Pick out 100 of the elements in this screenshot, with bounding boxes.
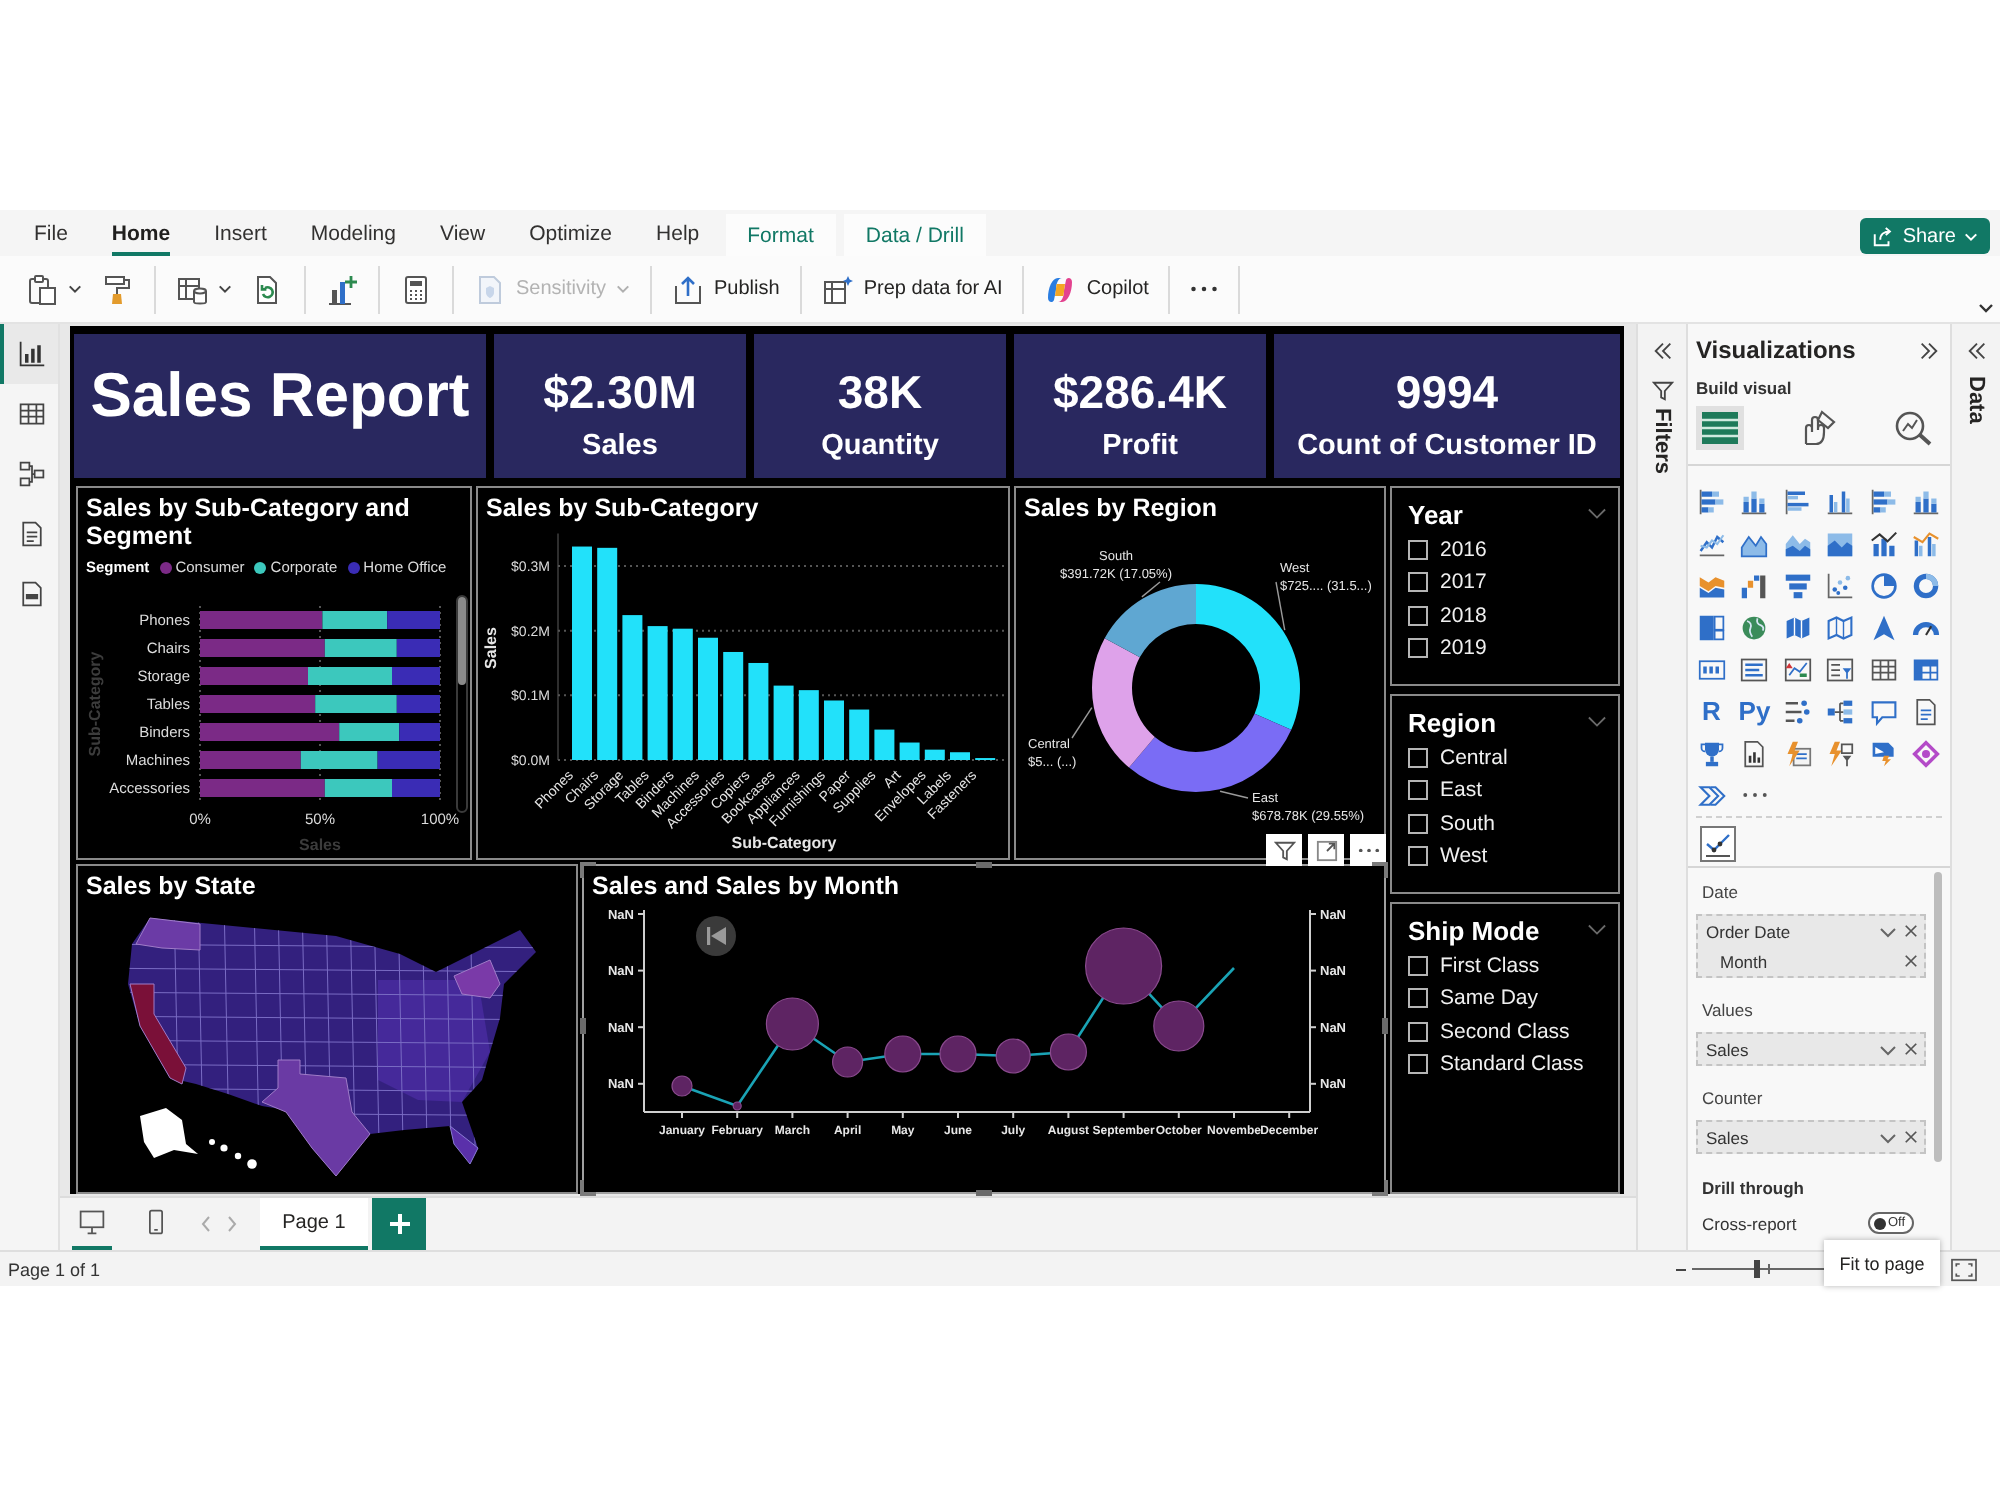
- checkbox[interactable]: [1408, 540, 1428, 561]
- checkbox[interactable]: [1408, 813, 1428, 834]
- close-icon[interactable]: [1904, 1042, 1918, 1056]
- checkbox[interactable]: [1408, 846, 1428, 867]
- slicer-option[interactable]: Central: [1408, 742, 1606, 775]
- fit-to-page-button[interactable]: [1950, 1257, 1978, 1281]
- ribbon-tab[interactable]: Modeling: [310, 210, 396, 256]
- slicer-option[interactable]: 2017: [1408, 566, 1606, 600]
- ribbon-chart-icon[interactable]: [1697, 571, 1726, 599]
- line-chart-icon[interactable]: [1697, 529, 1726, 557]
- slicer-option[interactable]: Same Day: [1408, 982, 1606, 1016]
- checkbox[interactable]: [1408, 605, 1428, 626]
- chevron-down-icon[interactable]: [1588, 924, 1606, 936]
- lightning-filter-icon[interactable]: [1826, 739, 1855, 767]
- clustered-column-chart-icon[interactable]: [1826, 487, 1855, 515]
- field-name[interactable]: Month: [1720, 951, 1896, 971]
- ring-icon[interactable]: [1912, 739, 1941, 767]
- python-visual-button[interactable]: Py: [1738, 697, 1771, 725]
- field-name[interactable]: Sales: [1706, 1039, 1872, 1059]
- chevron-down-icon[interactable]: [1880, 1129, 1896, 1145]
- slicer-option[interactable]: Second Class: [1408, 1015, 1606, 1048]
- ribbon-tab[interactable]: View: [440, 210, 486, 256]
- ribbon-tab[interactable]: Format: [725, 214, 836, 256]
- scroll-bar[interactable]: [456, 595, 468, 813]
- treemap-icon[interactable]: [1697, 613, 1726, 641]
- document-icon[interactable]: [1912, 697, 1941, 725]
- dot-list-icon[interactable]: [1783, 697, 1812, 725]
- field-well[interactable]: Order Date Month: [1696, 914, 1926, 978]
- slicer-option[interactable]: 2016: [1408, 534, 1606, 567]
- checkbox[interactable]: [1408, 1054, 1428, 1075]
- resize-handle[interactable]: [1382, 1018, 1388, 1034]
- tree-diagram-icon[interactable]: [1826, 697, 1855, 725]
- list-card-icon[interactable]: [1740, 655, 1769, 683]
- app-tile-icon[interactable]: [1869, 739, 1898, 767]
- funnel-chart-icon[interactable]: [1783, 571, 1812, 599]
- slicer-option[interactable]: 2018: [1408, 599, 1606, 632]
- double-chevron-icon[interactable]: [1697, 781, 1726, 809]
- stacked-column-chart-icon[interactable]: [1912, 487, 1941, 515]
- speech-bubble-icon[interactable]: [1869, 697, 1898, 725]
- checkbox[interactable]: [1408, 988, 1428, 1009]
- focus-mode-button[interactable]: [1308, 834, 1344, 866]
- line-column-chart-icon[interactable]: [1869, 529, 1898, 557]
- stacked-column-chart-icon[interactable]: [1740, 487, 1769, 515]
- resize-handle[interactable]: [580, 1018, 586, 1034]
- scrollbar-thumb[interactable]: [458, 597, 466, 685]
- ribbon-tab[interactable]: Help: [656, 210, 700, 256]
- publish-button[interactable]: Publish: [662, 263, 790, 315]
- clustered-bar-chart-icon[interactable]: [1783, 487, 1812, 515]
- share-button[interactable]: Share: [1860, 218, 1990, 254]
- build-visual-tab[interactable]: [1696, 406, 1744, 450]
- lightning-card-icon[interactable]: [1783, 739, 1812, 767]
- globe-icon[interactable]: [1740, 613, 1769, 641]
- slider-thumb[interactable]: [1753, 1260, 1760, 1278]
- card-icon[interactable]: [1697, 655, 1726, 683]
- checkbox[interactable]: [1408, 1021, 1428, 1042]
- prep-data-button[interactable]: Prep data for AI: [811, 263, 1013, 315]
- add-page-button[interactable]: [372, 1198, 426, 1250]
- checkbox[interactable]: [1408, 638, 1428, 659]
- close-icon[interactable]: [1904, 954, 1918, 968]
- area-chart-icon[interactable]: [1826, 529, 1855, 557]
- resize-handle[interactable]: [976, 1190, 992, 1196]
- report-view-button[interactable]: [0, 324, 58, 384]
- field-well[interactable]: Sales: [1696, 1120, 1926, 1154]
- r-visual-button[interactable]: R: [1702, 697, 1721, 725]
- line-chart-icon[interactable]: [1700, 825, 1736, 861]
- map-icon[interactable]: [1783, 613, 1812, 641]
- pie-chart-icon[interactable]: [1869, 571, 1898, 599]
- page-tab[interactable]: Page 1: [260, 1198, 368, 1250]
- pane-label[interactable]: Data: [1964, 376, 1988, 424]
- chevron-down-icon[interactable]: [1588, 716, 1606, 728]
- field-name[interactable]: Order Date: [1706, 921, 1872, 941]
- rewind-button[interactable]: [696, 916, 736, 956]
- ribbon-tab[interactable]: Insert: [214, 210, 267, 256]
- matrix-icon[interactable]: [1912, 655, 1941, 683]
- copilot-button[interactable]: Copilot: [1034, 263, 1159, 315]
- navigation-arrow-icon[interactable]: [1869, 613, 1898, 641]
- filter-button[interactable]: [1266, 834, 1302, 866]
- donut-chart-icon[interactable]: [1912, 571, 1941, 599]
- scrollbar-thumb[interactable]: [1934, 872, 1942, 1162]
- more-options-button[interactable]: [1350, 834, 1386, 866]
- stacked-bar-chart-icon[interactable]: [1697, 487, 1726, 515]
- chevron-down-icon[interactable]: [1880, 1041, 1896, 1057]
- field-well[interactable]: Sales: [1696, 1032, 1926, 1066]
- slicer-option[interactable]: East: [1408, 774, 1606, 808]
- resize-handle[interactable]: [580, 862, 596, 878]
- resize-handle[interactable]: [1372, 862, 1388, 878]
- chevron-down-icon[interactable]: [1588, 508, 1606, 520]
- slicer-option[interactable]: First Class: [1408, 950, 1606, 983]
- slicer-option[interactable]: 2019: [1408, 631, 1606, 665]
- checkbox[interactable]: [1408, 572, 1428, 593]
- report-document-icon[interactable]: [1740, 739, 1769, 767]
- stacked-bar-chart-icon[interactable]: [1869, 487, 1898, 515]
- ribbon-tab[interactable]: File: [34, 210, 68, 256]
- ribbon-tab[interactable]: Data / Drill: [843, 214, 986, 256]
- slicer-option[interactable]: West: [1408, 839, 1606, 873]
- more-icon[interactable]: [1741, 792, 1768, 798]
- slicer-option[interactable]: South: [1408, 807, 1606, 840]
- checkbox[interactable]: [1408, 956, 1428, 977]
- checkbox[interactable]: [1408, 748, 1428, 769]
- map-outline-icon[interactable]: [1826, 613, 1855, 641]
